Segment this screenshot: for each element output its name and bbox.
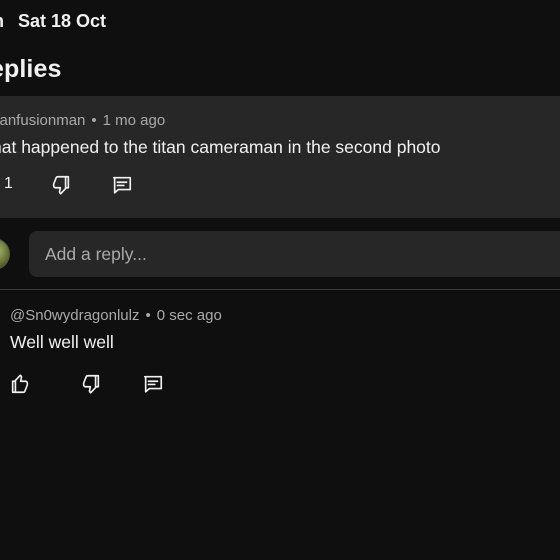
comment-actions: 1 (0, 172, 180, 198)
status-date: Sat 18 Oct (18, 10, 107, 31)
reply-button[interactable] (140, 371, 166, 397)
comment-meta: itanfusionman • 1 mo ago (0, 112, 165, 129)
panel-title: eplies (0, 55, 62, 83)
avatar (0, 238, 10, 270)
reply-time: 0 sec ago (156, 307, 222, 324)
reply-input[interactable] (29, 231, 560, 277)
comment-text: hat happened to the titan cameraman in t… (0, 137, 441, 157)
status-time: n (0, 11, 4, 32)
reply-button[interactable] (109, 172, 135, 198)
reply-author[interactable]: @Sn0wydragonlulz (10, 307, 139, 324)
parent-comment: itanfusionman • 1 mo ago hat happened to… (0, 96, 560, 218)
meta-separator: • (91, 112, 97, 129)
like-button[interactable] (7, 371, 33, 397)
replies-panel: n Sat 18 Oct eplies itanfusionman • 1 mo… (0, 0, 560, 560)
thumbs-down-icon (50, 174, 72, 196)
reply-text: Well well well (10, 332, 114, 352)
thumbs-up-icon (9, 373, 31, 395)
reply-comment: @Sn0wydragonlulz • 0 sec ago Well well w… (0, 300, 560, 410)
dislike-button[interactable] (78, 371, 104, 397)
comment-author[interactable]: itanfusionman (0, 112, 85, 129)
dislike-button[interactable] (48, 172, 74, 198)
status-bar: n Sat 18 Oct (0, 8, 106, 34)
reply-icon (111, 174, 133, 196)
divider (0, 289, 560, 290)
meta-separator: • (145, 307, 151, 324)
like-count: 1 (4, 175, 13, 192)
reply-icon (142, 373, 164, 395)
thumbs-down-icon (80, 373, 102, 395)
reply-meta: @Sn0wydragonlulz • 0 sec ago (10, 307, 222, 324)
comment-time: 1 mo ago (102, 112, 166, 129)
